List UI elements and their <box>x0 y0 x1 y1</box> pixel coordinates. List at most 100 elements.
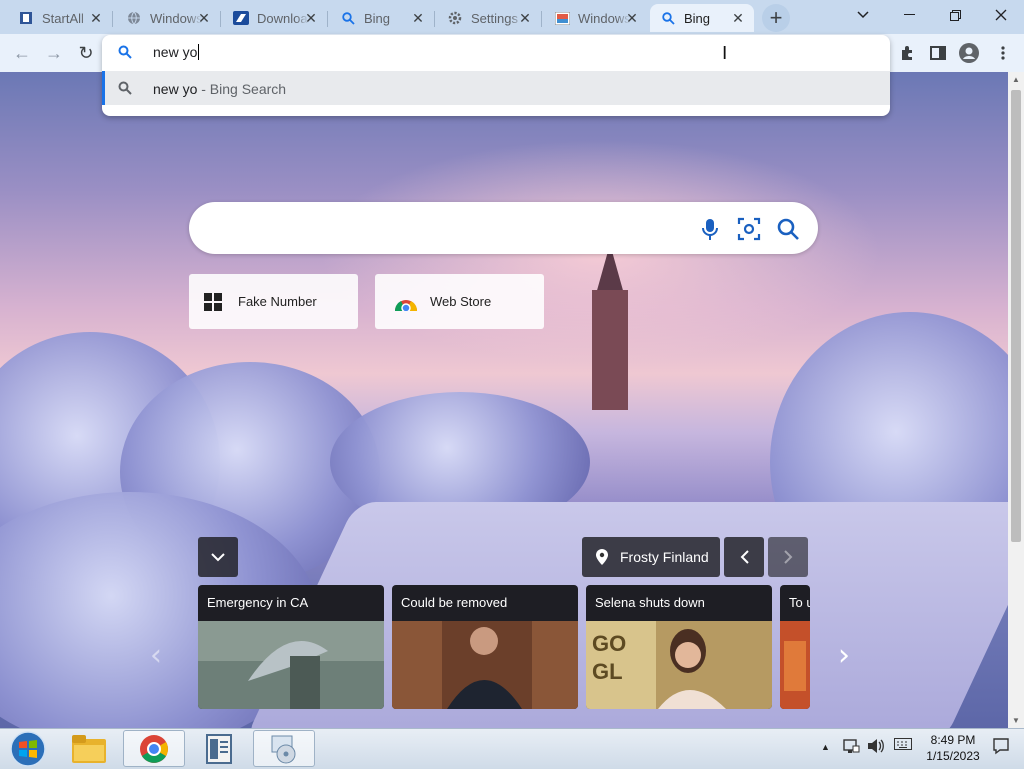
tab-search-button[interactable] <box>840 0 886 30</box>
plus-icon: + <box>769 5 783 30</box>
chevron-left-icon <box>740 550 749 564</box>
show-hidden-icons-arrow-icon[interactable]: ▲ <box>821 742 830 752</box>
action-center-flag-icon[interactable] <box>842 737 860 755</box>
close-window-button[interactable] <box>978 0 1024 30</box>
image-location-button[interactable]: Frosty Finland <box>582 537 720 577</box>
extensions-button[interactable] <box>896 42 918 64</box>
tab-bing-active[interactable]: Bing ✕ <box>650 4 754 32</box>
puzzle-icon <box>902 46 912 60</box>
tab-separator <box>112 11 113 27</box>
omnibox-input-row[interactable]: new yo I <box>102 35 890 69</box>
tab-bing-1[interactable]: Bing ✕ <box>330 4 435 32</box>
windows-taskbar: ▲ 8:49 PM 1/15/2023 <box>0 728 1024 769</box>
collapse-feed-button[interactable] <box>198 537 238 577</box>
svg-text:GO: GO <box>592 631 626 656</box>
search-icon <box>118 45 132 59</box>
news-card[interactable]: Emergency in CA <box>198 585 384 709</box>
folder-icon <box>72 734 106 763</box>
chevron-down-icon <box>857 11 869 19</box>
taskbar-file-explorer[interactable] <box>58 730 120 767</box>
download-site-icon <box>233 10 249 26</box>
close-icon <box>995 9 1007 21</box>
page-scrollbar[interactable]: ▲ ▼ <box>1008 72 1024 728</box>
close-icon[interactable]: ✕ <box>196 10 212 26</box>
arrow-right-icon: → <box>45 42 63 63</box>
start-button[interactable] <box>0 730 56 767</box>
omnibox-suggestion[interactable]: new yo - Bing Search <box>102 71 890 105</box>
suggestion-suffix: - Bing Search <box>197 81 287 97</box>
minimize-button[interactable] <box>886 0 932 30</box>
close-icon[interactable]: ✕ <box>730 10 746 26</box>
tab-label: Windows <box>150 10 202 26</box>
omnibox-input[interactable]: new yo <box>153 44 200 60</box>
menu-button[interactable] <box>992 42 1014 64</box>
close-icon[interactable]: ✕ <box>624 10 640 26</box>
scroll-up-arrow-icon[interactable]: ▲ <box>1012 75 1020 84</box>
location-pin-icon <box>596 549 608 565</box>
scrollbar-thumb[interactable] <box>1011 90 1021 542</box>
omnibox-input-value: new yo <box>153 44 198 60</box>
clock-date: 1/15/2023 <box>926 749 980 763</box>
tab-windows[interactable]: Windows ✕ <box>116 4 221 32</box>
previous-image-button[interactable] <box>724 537 764 577</box>
visual-search-icon[interactable] <box>736 216 762 242</box>
volume-icon[interactable] <box>866 737 884 755</box>
tile-web-store[interactable]: Web Store <box>375 274 544 329</box>
tab-startall[interactable]: StartAll ✕ <box>8 4 113 32</box>
ibeam-cursor-icon: I <box>722 43 728 64</box>
globe-icon <box>126 10 142 26</box>
search-icon[interactable] <box>775 216 801 242</box>
tab-settings[interactable]: Settings ✕ <box>437 4 542 32</box>
news-card-title: Could be removed <box>401 595 508 610</box>
taskbar-chrome[interactable] <box>123 730 185 767</box>
tab-windows-2[interactable]: Windows ✕ <box>544 4 648 32</box>
forward-button[interactable]: → <box>40 39 68 67</box>
tab-downloads[interactable]: Downloads ✕ <box>223 4 328 32</box>
tab-label: Downloads <box>257 10 309 26</box>
close-icon[interactable]: ✕ <box>517 10 533 26</box>
reload-icon: ↻ <box>78 42 94 63</box>
taskbar-app-window[interactable] <box>188 730 250 767</box>
news-card[interactable]: Selena shuts down GO GL <box>586 585 772 709</box>
bing-search-box[interactable] <box>189 202 818 254</box>
tab-separator <box>434 11 435 27</box>
chevron-left-icon[interactable]: ‹ <box>150 638 162 673</box>
chevron-right-icon <box>783 550 792 564</box>
taskbar-disc-app[interactable] <box>253 730 315 767</box>
back-button[interactable]: ← <box>8 39 36 67</box>
news-card-title: Emergency in CA <box>207 595 309 610</box>
scroll-down-arrow-icon[interactable]: ▼ <box>1012 716 1020 725</box>
windows-grid-icon <box>204 292 222 311</box>
omnibox-popup: new yo I new yo - Bing Search <box>102 35 890 116</box>
search-icon <box>660 10 676 26</box>
news-card[interactable]: To u <box>780 585 810 709</box>
chevron-down-icon <box>211 552 225 561</box>
tile-fake-number[interactable]: Fake Number <box>189 274 358 329</box>
tile-label: Fake Number <box>238 294 317 309</box>
tab-separator <box>327 11 328 27</box>
document-icon <box>18 10 34 26</box>
notification-icon[interactable] <box>992 737 1010 755</box>
application-icon <box>206 733 232 764</box>
close-icon[interactable]: ✕ <box>303 10 319 26</box>
chevron-right-icon[interactable]: › <box>838 638 850 673</box>
more-vert-icon <box>1001 46 1005 60</box>
tab-label: Bing <box>684 10 711 26</box>
news-card-image: GO GL <box>586 621 772 709</box>
text-caret <box>198 44 200 60</box>
close-icon[interactable]: ✕ <box>410 10 426 26</box>
side-panel-button[interactable] <box>927 42 949 64</box>
next-image-button[interactable] <box>768 537 808 577</box>
reload-button[interactable]: ↻ <box>72 39 100 67</box>
new-tab-button[interactable]: + <box>762 4 790 32</box>
keyboard-icon[interactable] <box>894 737 912 751</box>
close-icon[interactable]: ✕ <box>88 10 104 26</box>
news-card[interactable]: Could be removed <box>392 585 578 709</box>
tab-label: StartAll <box>42 10 84 26</box>
system-clock[interactable]: 8:49 PM 1/15/2023 <box>918 732 988 764</box>
disc-icon <box>271 735 296 763</box>
restore-button[interactable] <box>932 0 978 30</box>
profile-button[interactable] <box>958 42 980 64</box>
microphone-icon[interactable] <box>697 216 723 242</box>
chrome-web-store-icon <box>394 299 418 311</box>
